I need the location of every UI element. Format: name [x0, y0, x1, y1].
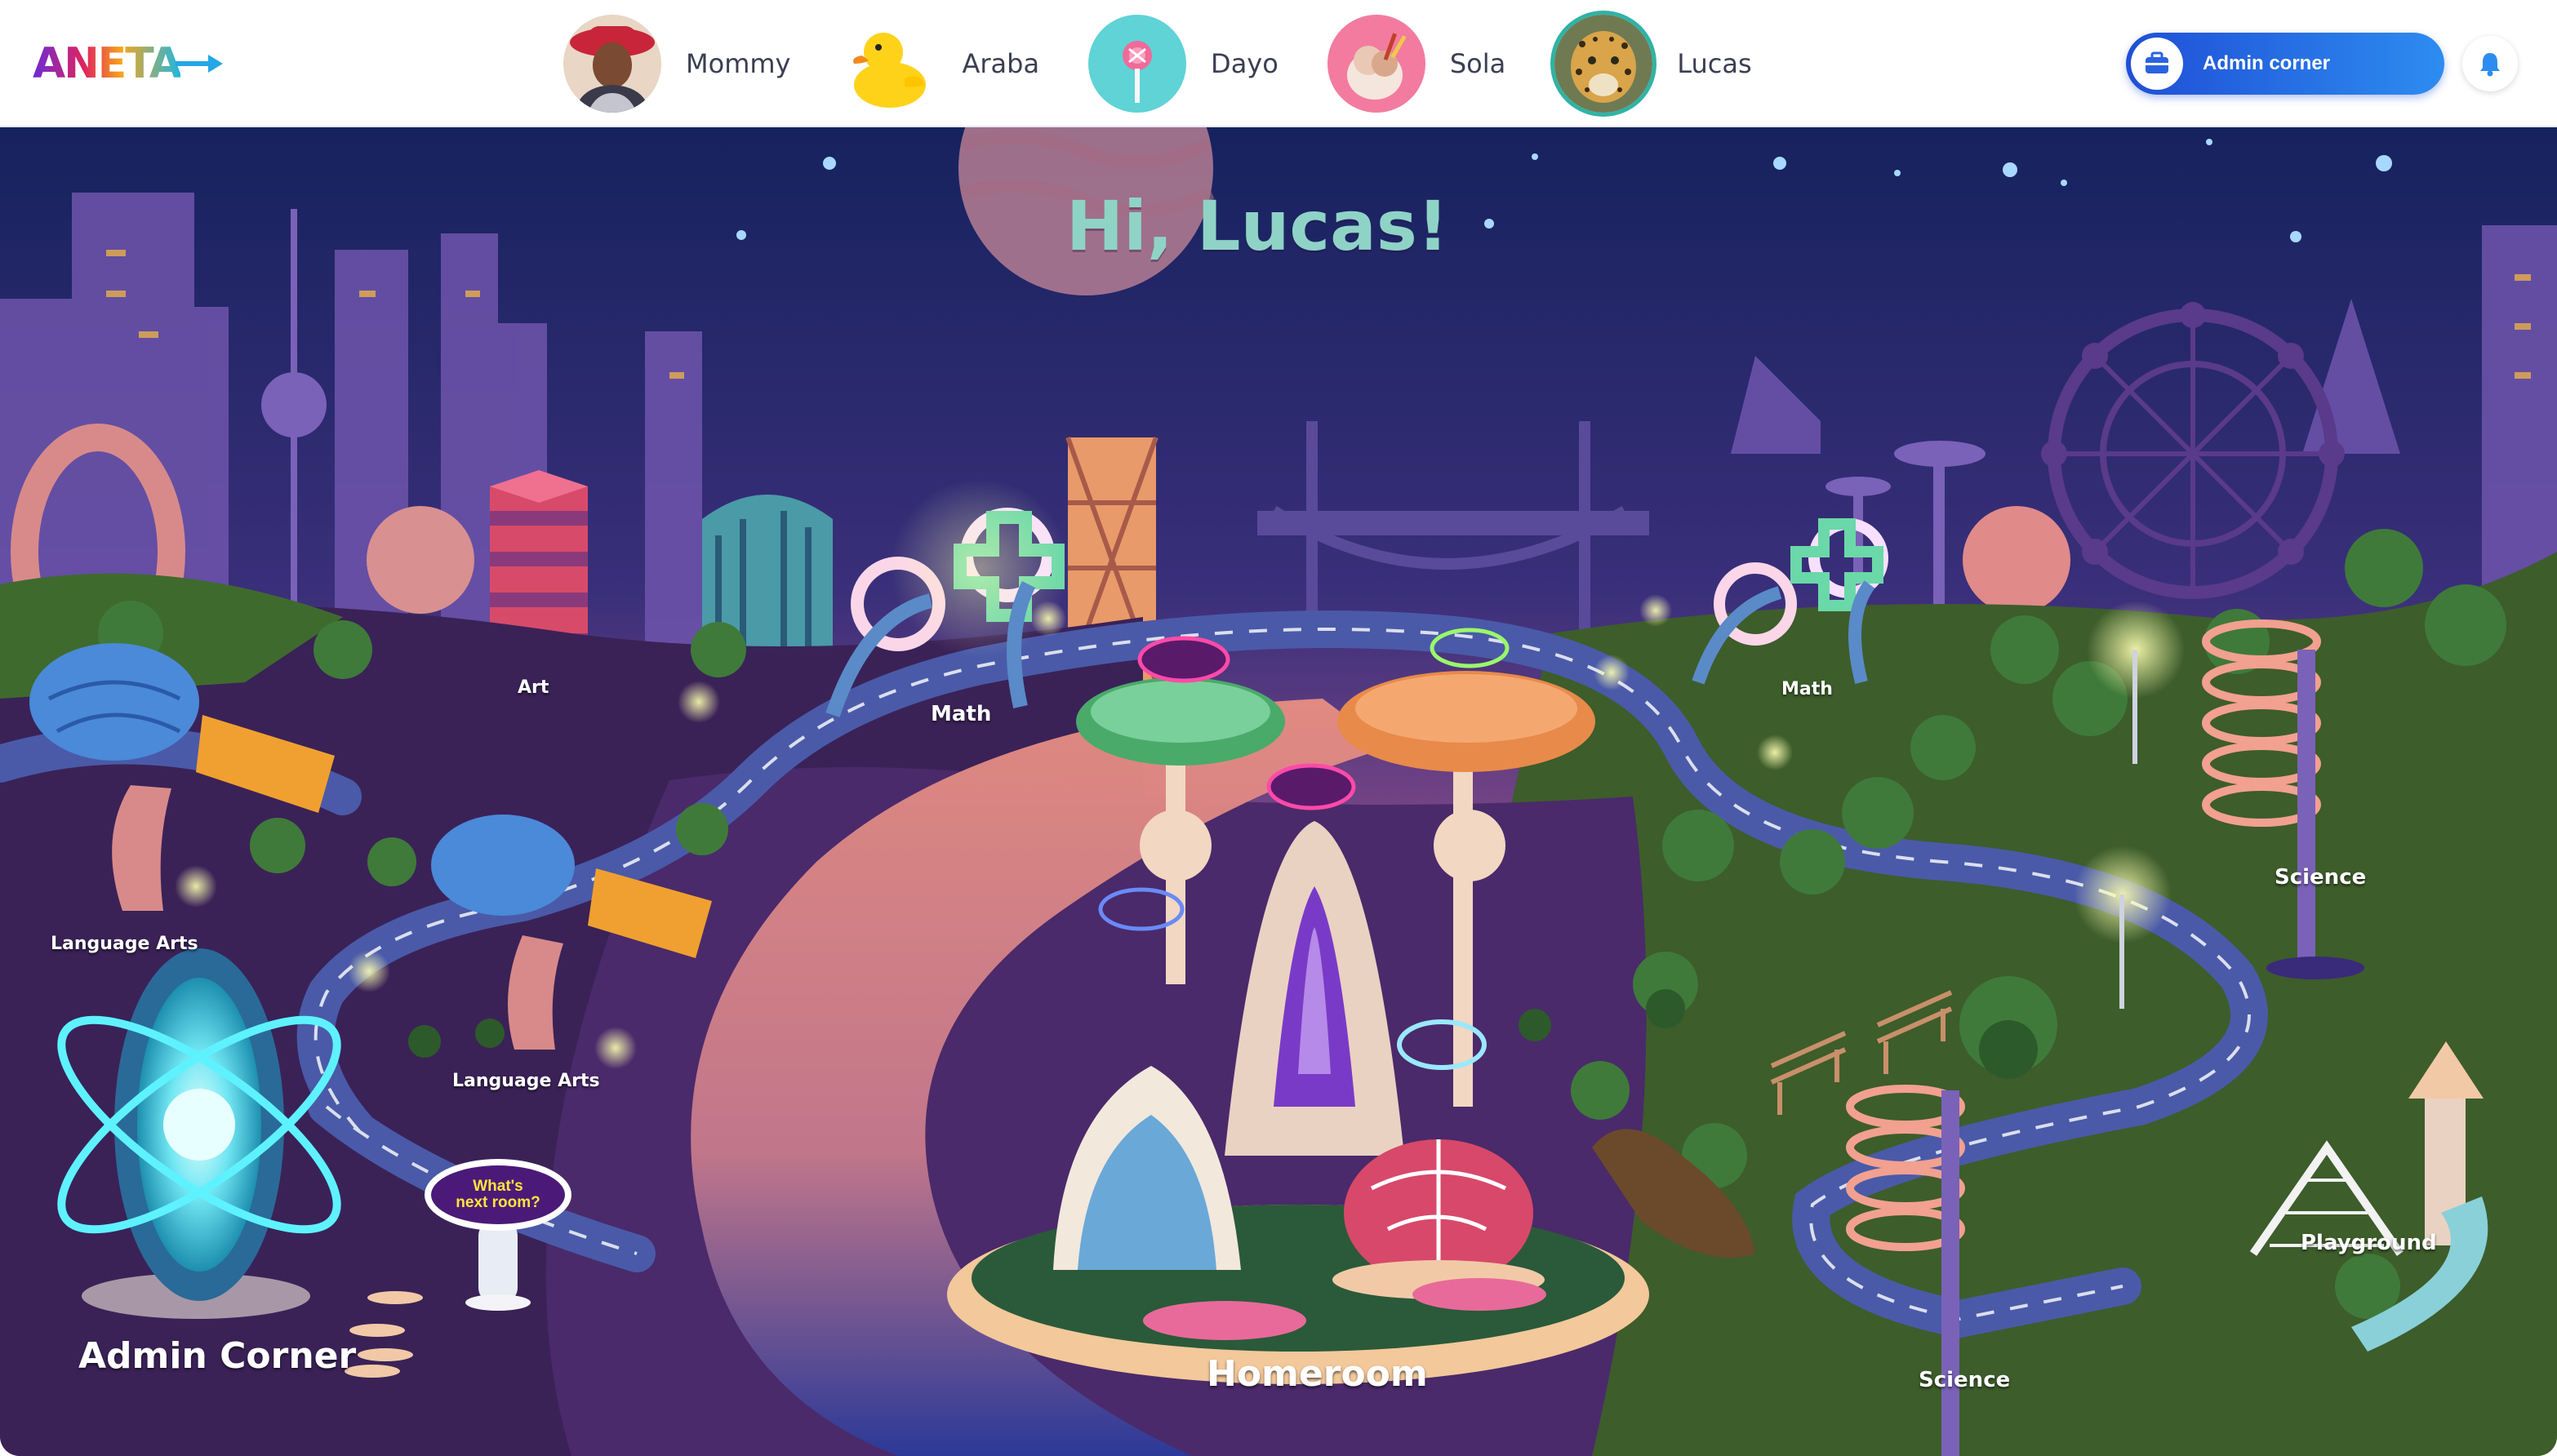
app-root: ANETA Mommy Araba Dayo Sola Lucas Admin …: [0, 0, 2557, 1456]
admin-corner-label: Admin corner: [2203, 52, 2331, 74]
avatar-mommy: [563, 15, 661, 113]
avatar-dayo: [1088, 15, 1187, 113]
whats-next-room-sign[interactable]: What's next room?: [425, 1159, 571, 1231]
profile-name: Lucas: [1677, 48, 1752, 79]
area-label-science-bottom[interactable]: Science: [1919, 1368, 2010, 1392]
world-map-illustration: [0, 127, 2557, 1456]
area-label-language-arts-top[interactable]: Language Arts: [51, 934, 198, 954]
world-map: Hi, Lucas! Art Math Math Language Arts L…: [0, 127, 2557, 1456]
profile-dayo[interactable]: Dayo: [1088, 15, 1278, 113]
profile-name: Sola: [1449, 48, 1506, 79]
profile-lucas[interactable]: Lucas: [1554, 15, 1752, 113]
bell-icon[interactable]: [2462, 36, 2518, 91]
area-label-language-arts-bottom[interactable]: Language Arts: [452, 1071, 600, 1091]
avatar-sola: [1327, 15, 1425, 113]
profile-sola[interactable]: Sola: [1327, 15, 1505, 113]
area-label-art[interactable]: Art: [518, 677, 549, 698]
briefcase-icon: [2131, 38, 2183, 90]
avatar-araba: [839, 15, 938, 113]
admin-corner-button[interactable]: Admin corner: [2126, 33, 2444, 95]
profile-name: Dayo: [1211, 48, 1278, 79]
profile-switcher: Mommy Araba Dayo Sola Lucas: [563, 11, 1801, 116]
profile-araba[interactable]: Araba: [839, 15, 1039, 113]
area-label-science-right[interactable]: Science: [2275, 865, 2366, 890]
area-label-homeroom[interactable]: Homeroom: [1207, 1353, 1428, 1395]
logo-arrow-icon: [175, 55, 223, 73]
area-label-math-right[interactable]: Math: [1781, 679, 1833, 699]
aneta-logo[interactable]: ANETA: [33, 38, 225, 90]
whats-next-room-text: What's next room?: [456, 1178, 540, 1211]
area-label-math-left[interactable]: Math: [931, 702, 991, 726]
greeting-heading: Hi, Lucas!: [1065, 186, 1449, 266]
area-label-admin-corner[interactable]: Admin Corner: [78, 1335, 356, 1377]
profile-name: Araba: [962, 48, 1040, 79]
top-bar: ANETA Mommy Araba Dayo Sola Lucas Admin …: [0, 0, 2557, 127]
profile-mommy[interactable]: Mommy: [563, 15, 790, 113]
avatar-lucas: [1554, 15, 1653, 113]
logo-text: ANETA: [33, 39, 182, 88]
profile-name: Mommy: [686, 48, 791, 79]
area-label-playground[interactable]: Playground: [2301, 1231, 2437, 1255]
